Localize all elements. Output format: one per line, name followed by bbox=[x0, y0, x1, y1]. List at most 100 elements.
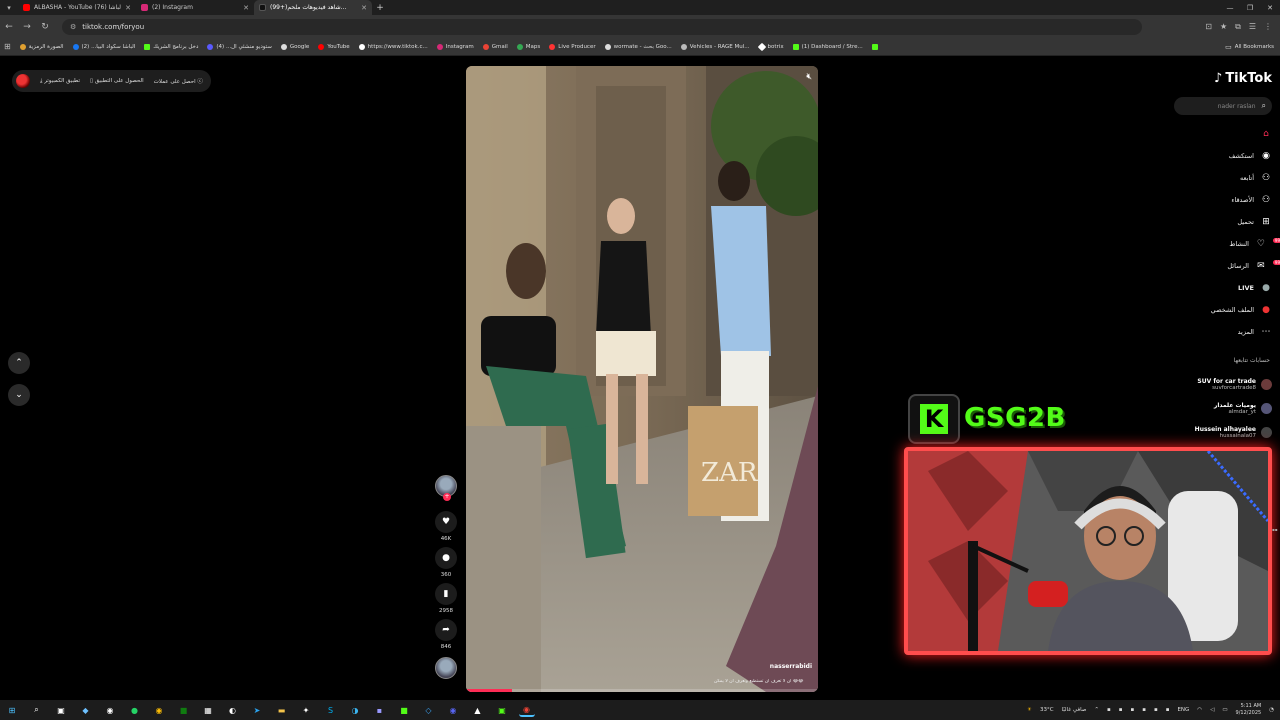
following-account[interactable]: يوميات علمدار almdar_yt bbox=[1162, 396, 1272, 420]
bookmark[interactable]: الباشا سكواد البيا... (2) bbox=[72, 43, 135, 50]
desktop-app-button[interactable]: ⤓ تطبيق الكمبيوتر bbox=[40, 78, 80, 85]
sidebar-item-messages[interactable]: الرسائل ✉ 99 bbox=[1152, 255, 1280, 277]
kick-icon[interactable]: ■ bbox=[396, 703, 412, 717]
start-icon[interactable]: ⊞ bbox=[4, 703, 20, 717]
address-bar[interactable]: ⚙ tiktok.com/foryou bbox=[62, 18, 1142, 35]
tray-app-icon[interactable]: ▪ bbox=[1154, 707, 1158, 713]
share-button[interactable]: ➦ bbox=[435, 619, 457, 641]
previous-video-button[interactable]: ⌃ bbox=[8, 352, 30, 374]
bookmark[interactable]: ستوديو منشئي ال... (4) bbox=[207, 43, 272, 50]
install-icon[interactable]: ⊡ bbox=[1205, 22, 1212, 32]
epic-icon[interactable]: ◐ bbox=[225, 703, 241, 717]
back-icon[interactable]: ← bbox=[0, 22, 18, 32]
new-tab-button[interactable]: + bbox=[372, 3, 388, 13]
close-window-icon[interactable]: ✕ bbox=[1260, 4, 1280, 12]
whatsapp-icon[interactable]: ● bbox=[127, 703, 143, 717]
site-info-icon[interactable]: ⚙ bbox=[70, 23, 76, 31]
obs-icon[interactable]: ◉ bbox=[102, 703, 118, 717]
restore-icon[interactable]: ❐ bbox=[1240, 4, 1260, 12]
get-coins-button[interactable]: احصل على عملات ⓒ bbox=[154, 77, 203, 85]
kick-studio-icon[interactable]: ▣ bbox=[494, 703, 510, 717]
save-button[interactable]: ▮ bbox=[435, 583, 457, 605]
weather-icon[interactable]: ☀ bbox=[1027, 707, 1032, 713]
bookmark[interactable]: الصورة الرمزية bbox=[19, 43, 64, 50]
copilot-icon[interactable]: ◆ bbox=[78, 703, 94, 717]
file-explorer-icon[interactable]: ▬ bbox=[274, 703, 290, 717]
close-icon[interactable]: ✕ bbox=[243, 4, 249, 12]
bookmark[interactable]: دخل برنامج الشريك bbox=[144, 43, 198, 50]
sidebar-item-explore[interactable]: استكشف ◉ bbox=[1152, 145, 1272, 167]
search-icon[interactable]: ⌕ bbox=[1262, 101, 1266, 111]
bookmark[interactable]: wormate - بحث Goo... bbox=[604, 43, 672, 50]
tray-app-icon[interactable]: ▪ bbox=[1131, 707, 1135, 713]
bookmark[interactable]: YouTube bbox=[318, 43, 350, 50]
tab-search-icon[interactable]: ▾ bbox=[0, 4, 18, 12]
tiktok-logo[interactable]: ♪ TikTok bbox=[1214, 71, 1272, 86]
vscode-icon[interactable]: ◇ bbox=[421, 703, 437, 717]
bookmark[interactable]: botrix bbox=[757, 42, 784, 51]
bookmark[interactable]: Vehicles - RAGE Mul... bbox=[680, 43, 750, 50]
telegram-icon[interactable]: ➤ bbox=[249, 703, 265, 717]
sound-avatar[interactable] bbox=[435, 657, 457, 679]
language-indicator[interactable]: ENG bbox=[1177, 707, 1189, 713]
bookmark[interactable]: Live Producer bbox=[549, 43, 596, 50]
video-player[interactable]: ZAR 🔇︎ nasserrabidi أن لا تعرف أن تستطيع… bbox=[466, 66, 818, 692]
sidebar-item-following[interactable]: أتابعه ⚇ bbox=[1152, 167, 1272, 189]
xbox-icon[interactable]: ■ bbox=[176, 703, 192, 717]
tab-youtube[interactable]: ALBASHA - YouTube الباشا (76) ✕ bbox=[18, 0, 136, 15]
creator-avatar[interactable]: + bbox=[435, 475, 457, 501]
bookmark[interactable] bbox=[871, 43, 878, 50]
battery-icon[interactable]: ▭ bbox=[1222, 707, 1227, 713]
sidebar-item-live[interactable]: LIVE ● bbox=[1152, 277, 1272, 299]
edge-icon[interactable]: ◑ bbox=[347, 703, 363, 717]
sidebar-item-profile[interactable]: الملف الشخصي ● bbox=[1152, 299, 1272, 321]
video-progress-bar[interactable] bbox=[466, 689, 818, 692]
menu-icon[interactable]: ⋮ bbox=[1264, 22, 1272, 32]
bookmark[interactable]: Google bbox=[280, 43, 309, 50]
premiere-icon[interactable]: ▪ bbox=[372, 703, 388, 717]
close-icon[interactable]: ✕ bbox=[125, 4, 131, 12]
sidebar-item-friends[interactable]: الأصدقاء ⚇ bbox=[1152, 189, 1272, 211]
profile-icon[interactable]: ☰ bbox=[1249, 22, 1256, 32]
tray-app-icon[interactable]: ▪ bbox=[1107, 707, 1111, 713]
get-app-button[interactable]: ▯ الحصول على التطبيق bbox=[90, 78, 144, 84]
discord-icon[interactable]: ◉ bbox=[445, 703, 461, 717]
minimize-icon[interactable]: — bbox=[1220, 4, 1240, 12]
bookmark[interactable]: Maps bbox=[516, 43, 540, 50]
follow-plus-icon[interactable]: + bbox=[443, 493, 451, 501]
following-account[interactable]: SUV for car trade suvforcartrade8 bbox=[1162, 372, 1272, 396]
chrome-icon[interactable]: ◉ bbox=[151, 703, 167, 717]
tab-instagram[interactable]: (2) Instagram ✕ bbox=[136, 0, 254, 15]
photos-icon[interactable]: ▲ bbox=[470, 703, 486, 717]
skype-icon[interactable]: S bbox=[323, 703, 339, 717]
comment-button[interactable]: ● bbox=[435, 547, 457, 569]
bookmark-star-icon[interactable]: ★ bbox=[1220, 22, 1227, 32]
rockstar-icon[interactable]: ✦ bbox=[298, 703, 314, 717]
mute-icon[interactable]: 🔇︎ bbox=[806, 72, 812, 82]
reload-icon[interactable]: ↻ bbox=[36, 22, 54, 32]
clock[interactable]: 5:11 AM 9/12/2025 bbox=[1236, 703, 1262, 717]
all-bookmarks[interactable]: ▭ All Bookmarks bbox=[1225, 43, 1280, 51]
bookmark[interactable]: (1) Dashboard / Stre... bbox=[792, 43, 863, 50]
extensions-icon[interactable]: ⧉ bbox=[1235, 22, 1241, 32]
tray-app-icon[interactable]: ▪ bbox=[1119, 707, 1123, 713]
notifications-icon[interactable]: ◔ bbox=[1269, 707, 1274, 713]
chrome-active-icon[interactable]: ◉ bbox=[518, 703, 535, 717]
tab-tiktok[interactable]: (99+)شاهد فيديوهات ملحم... ✕ bbox=[254, 0, 372, 15]
like-button[interactable]: ♥ bbox=[435, 511, 457, 533]
search-icon[interactable]: ⌕ bbox=[29, 703, 45, 717]
bookmark[interactable]: Gmail bbox=[482, 43, 508, 50]
next-video-button[interactable]: ⌄ bbox=[8, 384, 30, 406]
following-account[interactable]: Hussein alhayalee hussainala07 bbox=[1162, 420, 1272, 444]
apps-icon[interactable]: ⊞ bbox=[4, 42, 11, 51]
search-input[interactable]: nader raslan ⌕ bbox=[1174, 97, 1272, 115]
sidebar-item-upload[interactable]: تحميل ⊞ bbox=[1152, 211, 1272, 233]
close-icon[interactable]: ✕ bbox=[361, 4, 367, 12]
task-view-icon[interactable]: ▣ bbox=[53, 703, 69, 717]
forward-icon[interactable]: → bbox=[18, 22, 36, 32]
avatar[interactable] bbox=[16, 74, 30, 88]
bookmark[interactable]: Instagram bbox=[436, 43, 474, 50]
tray-app-icon[interactable]: ▪ bbox=[1166, 707, 1170, 713]
tray-chevron-icon[interactable]: ⌃ bbox=[1094, 707, 1099, 713]
video-creator[interactable]: nasserrabidi bbox=[770, 663, 812, 670]
